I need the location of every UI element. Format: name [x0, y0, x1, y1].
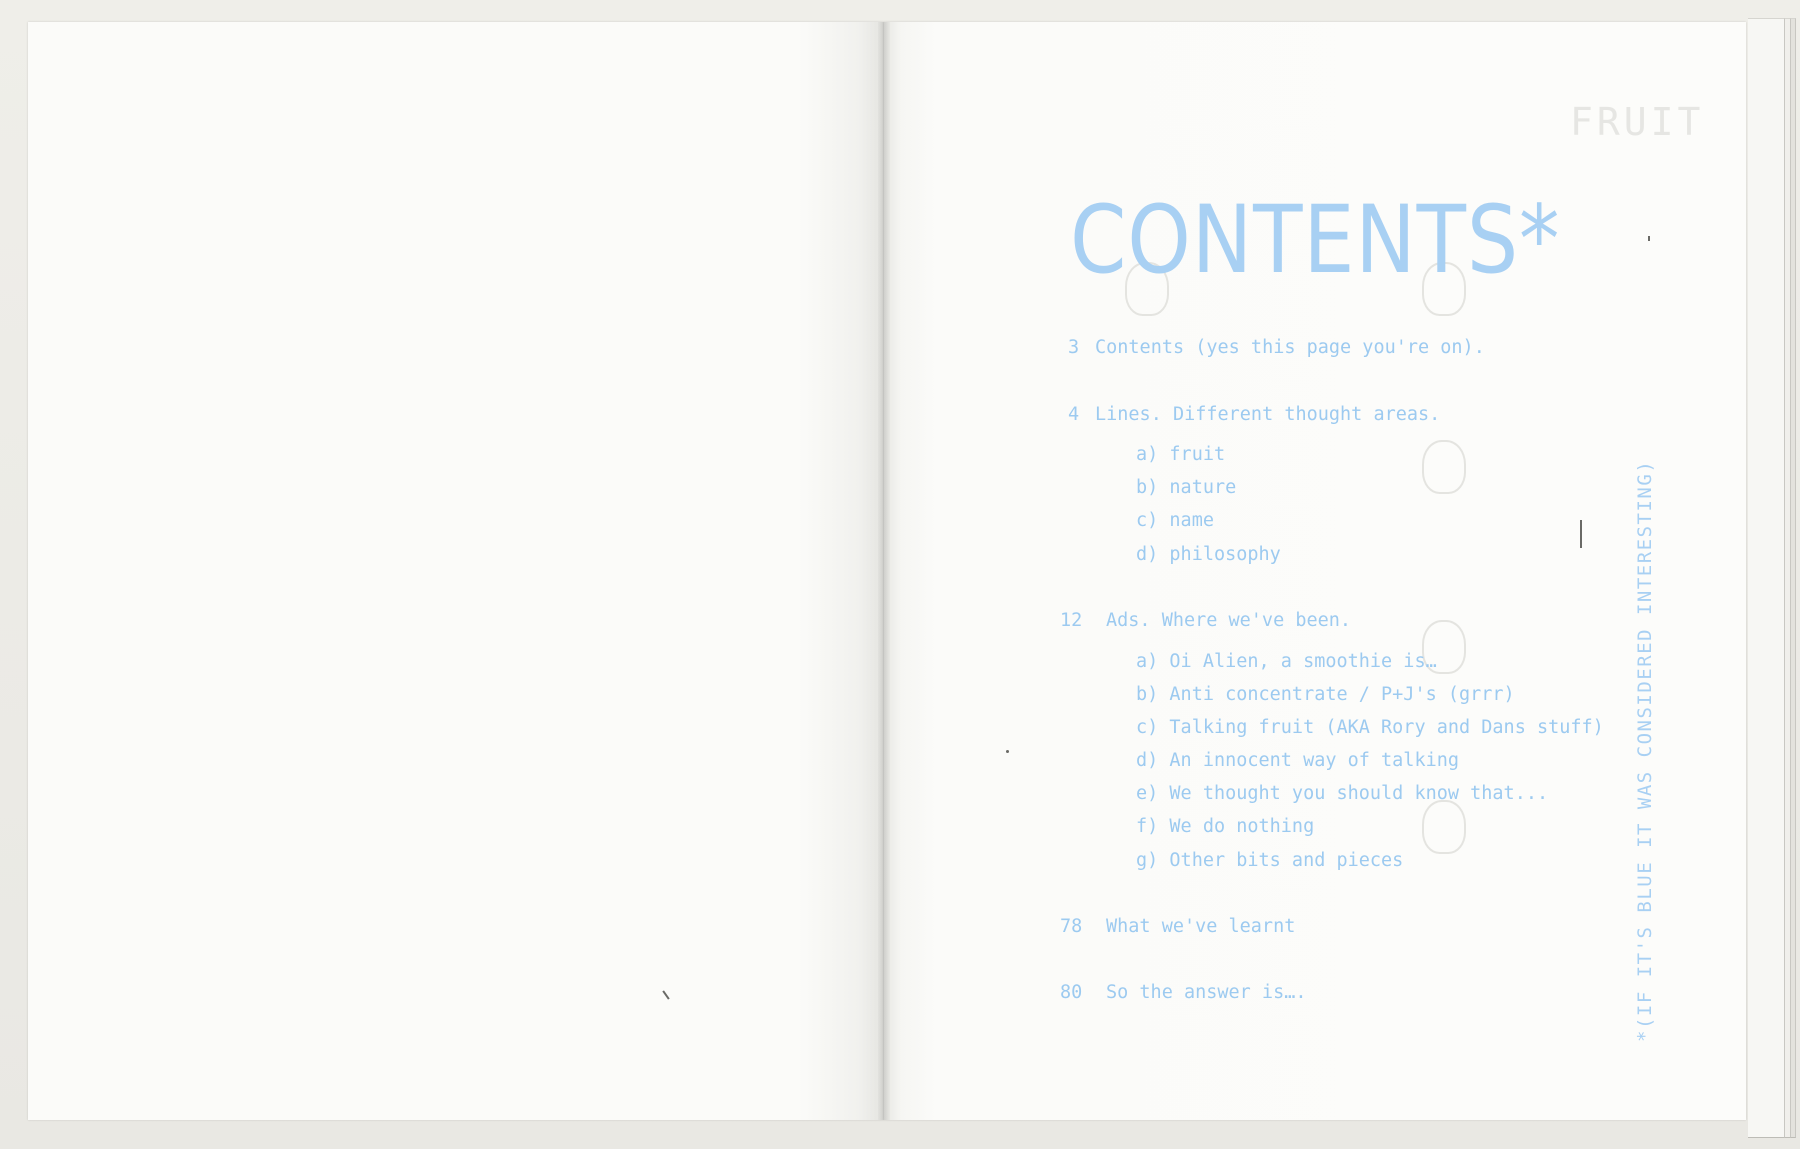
toc-page-number: 12	[1060, 610, 1083, 631]
toc-subentry: g) Other bits and pieces	[1136, 850, 1404, 871]
toc-entry: 3 Contents (yes this page you're on).	[1068, 337, 1485, 358]
toc-page-number: 78	[1060, 916, 1083, 937]
toc-entry: 80 So the answer is….	[1060, 982, 1307, 1003]
toc-subentry: f) We do nothing	[1136, 816, 1315, 837]
left-page-blank	[28, 22, 884, 1120]
toc-subentry: b) Anti concentrate / P+J's (grrr)	[1136, 684, 1515, 705]
toc-subentry: d) An innocent way of talking	[1136, 750, 1460, 771]
toc-entry-text: Contents (yes this page you're on).	[1095, 337, 1485, 358]
toc-entry: 4 Lines. Different thought areas.	[1068, 404, 1441, 425]
toc-subentry: c) name	[1136, 510, 1214, 531]
table-of-contents: 3 Contents (yes this page you're on). 4 Li…	[1060, 0, 1620, 1100]
page-stack-edge	[1748, 18, 1785, 1138]
toc-page-number: 3	[1068, 337, 1080, 358]
toc-entry-text: What we've learnt	[1106, 916, 1296, 937]
scan-speck	[1580, 520, 1582, 548]
toc-subentry: d) philosophy	[1136, 544, 1281, 565]
toc-entry-text: So the answer is….	[1106, 982, 1307, 1003]
vertical-footnote: *(IF IT'S BLUE IT WAS CONSIDERED INTERES…	[1634, 459, 1656, 1042]
book-gutter	[878, 22, 890, 1120]
toc-entry: 12 Ads. Where we've been.	[1060, 610, 1352, 631]
toc-entry: 78 What we've learnt	[1060, 916, 1296, 937]
toc-subentry: a) Oi Alien, a smoothie is…	[1136, 651, 1437, 672]
toc-subentry: c) Talking fruit (AKA Rory and Dans stuf…	[1136, 717, 1604, 738]
toc-page-number: 4	[1068, 404, 1080, 425]
toc-subentry: a) fruit	[1136, 444, 1226, 465]
toc-page-number: 80	[1060, 982, 1083, 1003]
toc-entry-text: Ads. Where we've been.	[1106, 610, 1352, 631]
toc-entry-text: Lines. Different thought areas.	[1095, 404, 1441, 425]
toc-subentry: e) We thought you should know that...	[1136, 783, 1549, 804]
scan-speck	[1006, 750, 1009, 753]
toc-subentry: b) nature	[1136, 477, 1237, 498]
scan-speck	[1648, 236, 1650, 241]
